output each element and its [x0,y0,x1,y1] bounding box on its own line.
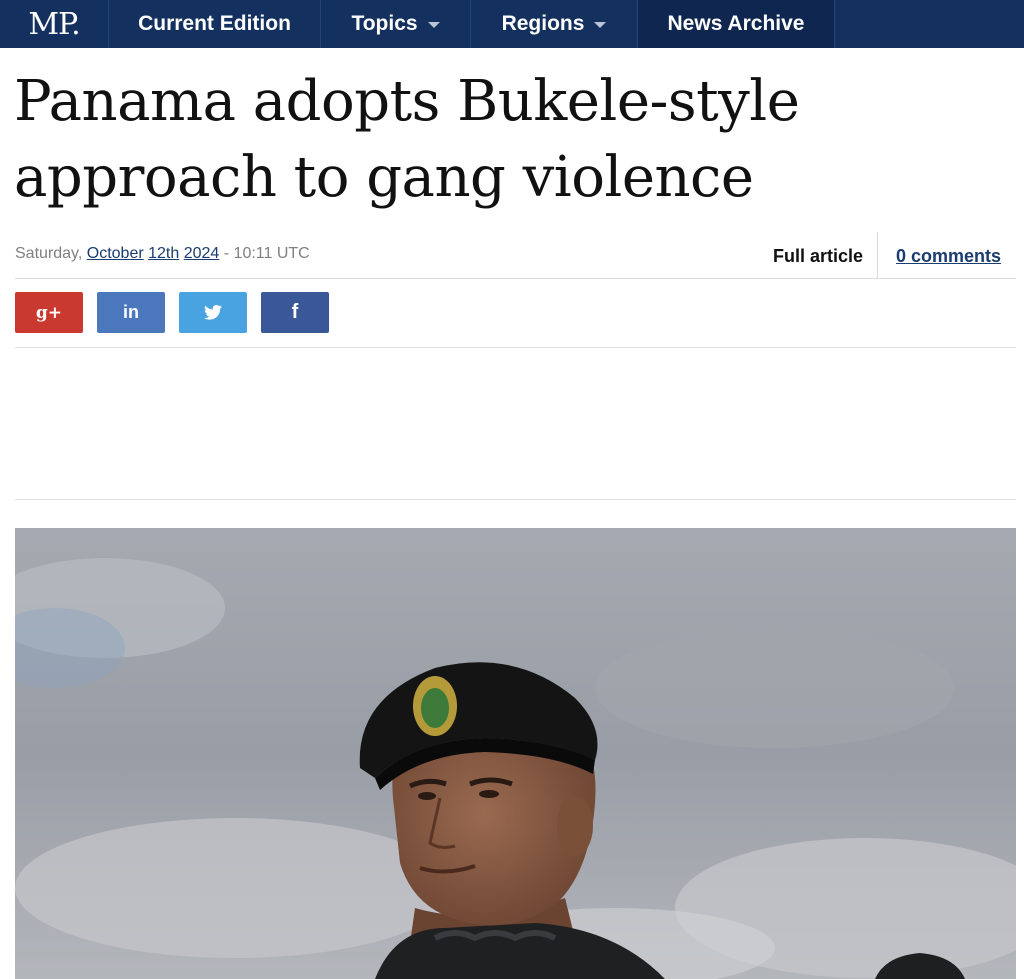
divider [15,347,1016,348]
nav-topics-label: Topics [351,12,418,35]
divider [15,499,1016,500]
share-google-plus-button[interactable]: g+ [15,292,83,333]
nav-regions[interactable]: Regions [471,0,638,48]
meta-divider [877,232,878,278]
nav-current-edition-label: Current Edition [138,12,291,35]
nav-current-edition[interactable]: Current Edition [109,0,321,48]
date-weekday: Saturday, [15,245,83,262]
google-plus-icon: g+ [35,302,63,323]
article-meta: Saturday, October 12th 2024 - 10:11 UTC … [15,232,1016,279]
date-day-link[interactable]: 12th [148,245,179,262]
nav-news-archive[interactable]: News Archive [638,0,835,48]
chevron-down-icon [427,22,440,28]
facebook-icon: f [291,301,299,323]
soldier-photo-icon [15,528,1016,979]
share-linkedin-button[interactable]: in [97,292,165,333]
publish-date: Saturday, October 12th 2024 - 10:11 UTC [15,245,310,263]
hero-photo [15,528,1016,979]
nav-news-archive-label: News Archive [667,12,805,35]
date-year-link[interactable]: 2024 [184,245,220,262]
share-twitter-button[interactable] [179,292,247,333]
nav-topics[interactable]: Topics [321,0,471,48]
article-headline: Panama adopts Bukele-style approach to g… [14,69,800,210]
logo-text: MP. [28,6,80,42]
site-logo[interactable]: MP. [0,0,109,48]
chevron-down-icon [594,22,607,28]
date-time: - 10:11 UTC [223,245,310,262]
top-navigation: MP. Current Edition Topics Regions News … [0,0,1024,48]
share-buttons: g+ in f [15,292,329,333]
full-article-link[interactable]: Full article [773,246,863,267]
date-month-link[interactable]: October [87,245,144,262]
linkedin-icon: in [123,302,139,322]
nav-regions-label: Regions [501,12,585,35]
comments-link[interactable]: 0 comments [896,246,1001,267]
twitter-icon [204,305,222,320]
share-facebook-button[interactable]: f [261,292,329,333]
